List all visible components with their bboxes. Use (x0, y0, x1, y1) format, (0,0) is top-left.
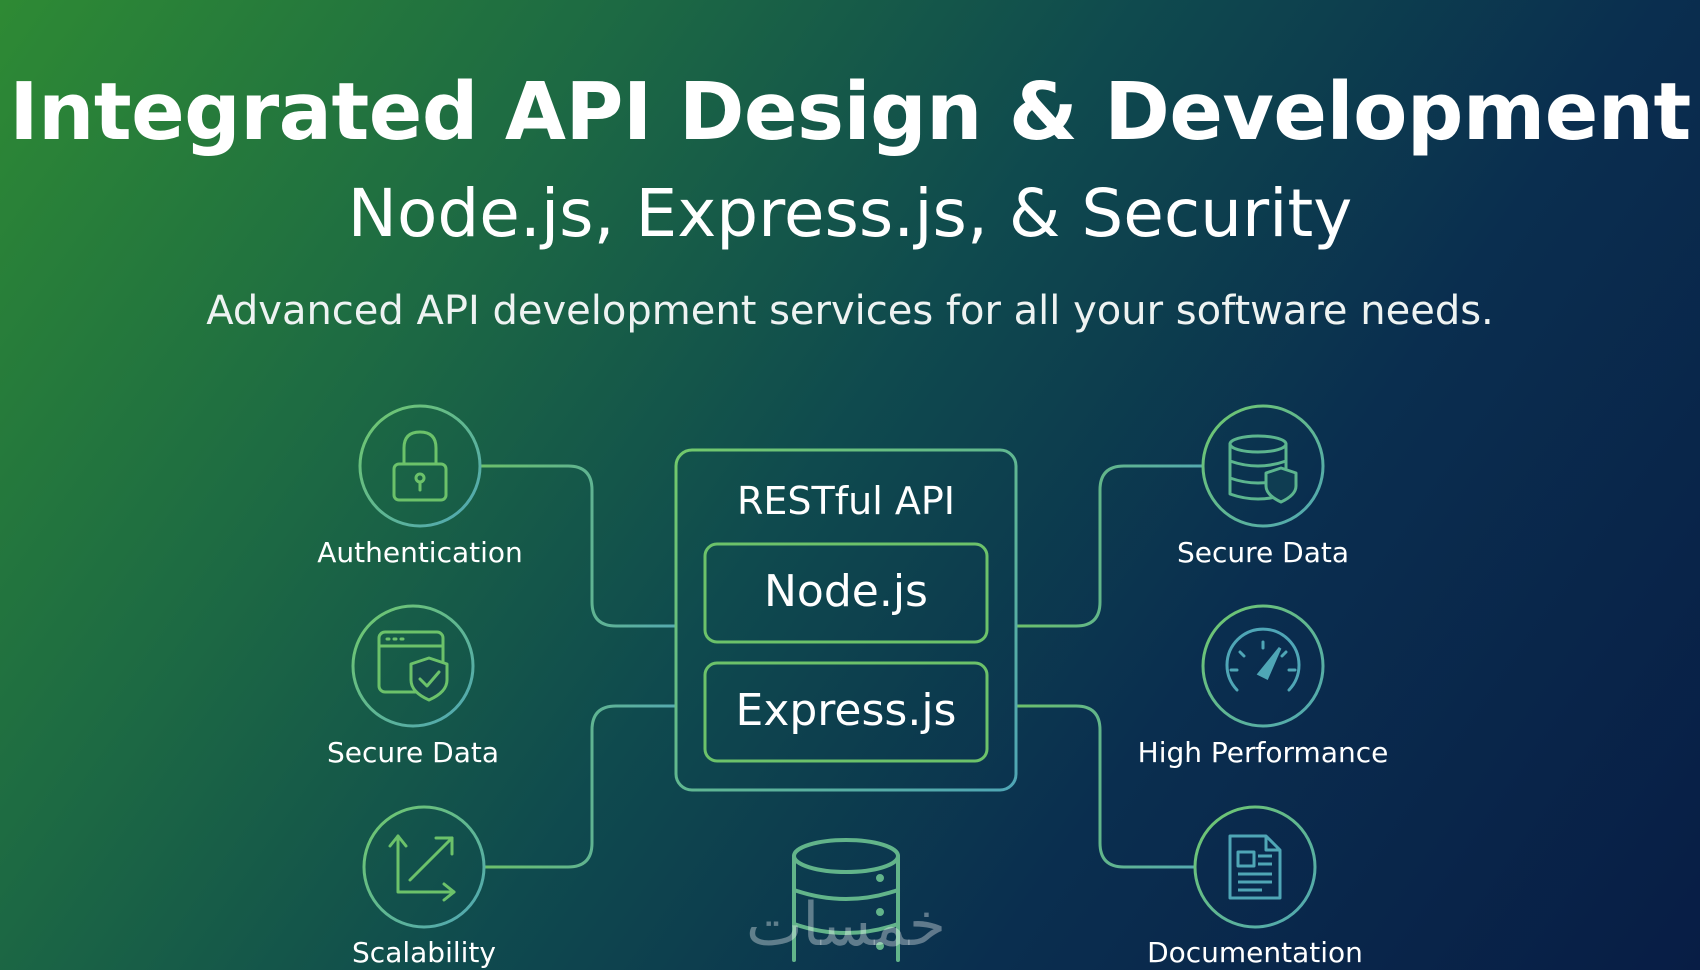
watermark: خمسات (746, 890, 946, 960)
lock-icon (392, 430, 448, 502)
documentation-label: Documentation (1147, 936, 1363, 969)
browser-shield-icon (377, 630, 449, 702)
high-performance-label: High Performance (1138, 736, 1389, 769)
feature-high-performance: High Performance (1138, 604, 1389, 769)
feature-secure-data-left: Secure Data (327, 604, 499, 769)
restful-api-label: RESTful API (737, 479, 955, 523)
scale-arrow-icon (388, 834, 456, 902)
connector-secure-data-right (1016, 464, 1203, 628)
feature-authentication: Authentication (317, 404, 523, 569)
speedometer-icon (1225, 627, 1301, 692)
nodejs-label: Node.js (764, 566, 928, 617)
feature-documentation: Documentation (1147, 805, 1363, 969)
secure-data-left-label: Secure Data (327, 736, 499, 769)
connector-scalability (484, 704, 676, 869)
feature-secure-data-right: Secure Data (1177, 404, 1349, 569)
feature-scalability: Scalability (352, 805, 496, 969)
document-icon (1228, 834, 1282, 900)
connector-documentation (1016, 704, 1195, 869)
api-diagram: RESTful API Node.js Express.js Authentic… (317, 404, 1389, 969)
expressjs-label: Express.js (736, 685, 957, 736)
database-shield-icon (1228, 434, 1298, 504)
scalability-label: Scalability (352, 936, 496, 969)
connector-lines (473, 464, 1203, 869)
authentication-label: Authentication (317, 536, 523, 569)
restful-api-box: RESTful API Node.js Express.js (674, 448, 1018, 792)
secure-data-right-label: Secure Data (1177, 536, 1349, 569)
